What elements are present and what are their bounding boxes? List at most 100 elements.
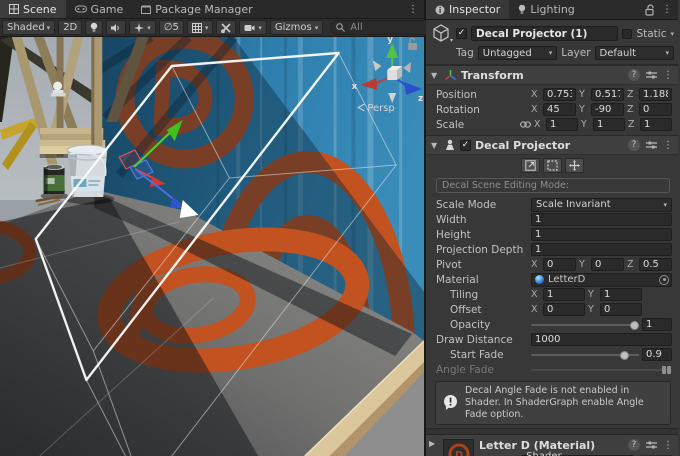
help-icon[interactable]: ? [628, 69, 640, 81]
rotation-z-field[interactable] [639, 103, 672, 116]
help-icon[interactable]: ? [628, 439, 640, 451]
rotation-x-field[interactable] [543, 103, 576, 116]
tab-lighting[interactable]: Lighting [509, 0, 583, 19]
pivot-y-field[interactable] [591, 258, 624, 271]
material-sphere-icon [535, 275, 544, 284]
inspector-menu-icon[interactable]: ⋮ [656, 0, 678, 19]
pivot-x-field[interactable] [543, 258, 576, 271]
crop-edit-mode-button[interactable] [543, 158, 562, 173]
grid-visibility-dropdown[interactable]: ▾ [187, 20, 214, 35]
position-label: Position [436, 89, 528, 101]
tag-label: Tag [456, 47, 474, 59]
scene-camera-dropdown[interactable]: ▾ [239, 20, 267, 35]
opacity-field[interactable] [642, 318, 672, 331]
help-icon[interactable]: ? [628, 139, 640, 151]
material-object-field[interactable]: LetterD [531, 273, 672, 287]
scene-tab-menu-icon[interactable]: ⋮ [402, 0, 424, 18]
tab-package-manager-label: Package Manager [155, 3, 252, 16]
tiling-label: Tiling [436, 289, 528, 301]
link-scale-icon[interactable] [519, 120, 531, 129]
check-icon: ✓ [458, 29, 466, 38]
scale-z-field[interactable] [640, 118, 672, 131]
component-menu-icon[interactable]: ⋮ [663, 140, 673, 151]
toggle-2d-button[interactable]: 2D [58, 20, 82, 35]
object-picker-icon[interactable] [659, 275, 669, 285]
height-label: Height [436, 229, 528, 241]
warning-text: Decal Angle Fade is not enabled in Shade… [465, 385, 664, 421]
offset-x-field[interactable] [543, 303, 585, 316]
position-y-field[interactable] [591, 88, 624, 101]
axis-x-label: x [352, 82, 358, 92]
offset-row: Offset X Y [426, 302, 678, 317]
start-fade-field[interactable] [642, 348, 672, 361]
draw-distance-field[interactable] [531, 333, 672, 346]
foldout-icon[interactable]: ▼ [431, 71, 440, 80]
offset-y-field[interactable] [600, 303, 642, 316]
scale-edit-mode-button[interactable] [521, 158, 540, 173]
material-label: Material [436, 274, 528, 286]
decal-projector-header[interactable]: ▼ ✓ Decal Projector ? ⋮ [426, 135, 678, 155]
caret-down-icon: ▾ [450, 37, 453, 44]
pivot-move-mode-button[interactable] [565, 158, 584, 173]
tab-lighting-label: Lighting [530, 3, 574, 16]
component-enabled-checkbox[interactable]: ✓ [460, 140, 471, 151]
scene-effects-dropdown[interactable]: ▾ [129, 20, 156, 35]
static-checkbox[interactable] [622, 29, 632, 39]
scene-viewport[interactable]: y x z Persp [0, 37, 424, 456]
presets-icon[interactable] [646, 70, 657, 80]
tab-game[interactable]: Game [66, 0, 133, 18]
tab-inspector[interactable]: Inspector [426, 0, 509, 19]
scene-lighting-toggle[interactable] [85, 20, 103, 35]
width-field[interactable] [531, 213, 672, 226]
transform-header[interactable]: ▼ Transform ? ⋮ [426, 65, 678, 85]
static-flags-dropdown-icon[interactable]: ▾ [670, 30, 674, 38]
offset-label: Offset [436, 304, 528, 316]
scale-mode-dropdown[interactable]: Scale Invariant ▾ [531, 198, 672, 212]
axis-z-label: z [418, 94, 423, 104]
start-fade-slider[interactable] [531, 348, 639, 361]
scene-visibility-toggle[interactable]: ∅5 [159, 20, 184, 35]
material-footer: ▶ D Letter D (Material) ? ⋮ Shader Shade… [426, 435, 678, 456]
search-icon [336, 23, 345, 32]
scale-label: Scale [436, 119, 516, 131]
presets-icon[interactable] [646, 440, 657, 450]
material-thumbnail[interactable]: D [443, 439, 474, 456]
tab-scene[interactable]: Scene [0, 0, 66, 18]
tiling-y-field[interactable] [600, 288, 642, 301]
static-label: Static [636, 28, 666, 40]
pivot-label: Pivot [436, 259, 528, 271]
scene-pane: Scene Game Package Manager ⋮ Shaded ▾ 2D [0, 0, 426, 456]
layer-dropdown[interactable]: Default ▾ [595, 46, 674, 60]
angle-fade-minmax-slider [531, 363, 672, 376]
rotation-y-field[interactable] [591, 103, 624, 116]
scale-x-field[interactable] [546, 118, 578, 131]
opacity-slider[interactable] [531, 318, 639, 331]
height-field[interactable] [531, 228, 672, 241]
foldout-icon[interactable]: ▼ [431, 141, 440, 150]
presets-icon[interactable] [646, 140, 657, 150]
gizmos-dropdown[interactable]: Gizmos ▾ [270, 20, 323, 35]
camera-icon [244, 24, 255, 32]
tag-dropdown[interactable]: Untagged ▾ [478, 46, 557, 60]
tiling-x-field[interactable] [543, 288, 585, 301]
component-menu-icon[interactable]: ⋮ [663, 440, 673, 451]
orientation-cube[interactable] [387, 70, 397, 80]
position-x-field[interactable] [543, 88, 576, 101]
tab-package-manager[interactable]: Package Manager [132, 0, 261, 18]
projection-depth-field[interactable] [531, 243, 672, 256]
material-foldout-icon[interactable]: ▶ [429, 439, 438, 448]
gameobject-name-field[interactable] [471, 26, 618, 41]
scene-audio-toggle[interactable] [106, 20, 126, 35]
gameobject-active-checkbox[interactable]: ✓ [456, 28, 467, 39]
position-z-field[interactable] [639, 88, 672, 101]
persp-label[interactable]: Persp [367, 103, 394, 114]
scale-y-field[interactable] [593, 118, 625, 131]
unlock-icon[interactable] [645, 4, 656, 16]
scene-tabstrip: Scene Game Package Manager ⋮ [0, 0, 424, 19]
gameobject-cube-icon[interactable]: ▾ [430, 23, 452, 44]
component-menu-icon[interactable]: ⋮ [663, 70, 673, 81]
pivot-z-field[interactable] [639, 258, 672, 271]
scene-tools-button[interactable] [216, 20, 236, 35]
caret-down-icon: ▾ [147, 24, 151, 32]
draw-mode-dropdown[interactable]: Shaded ▾ [2, 20, 55, 35]
